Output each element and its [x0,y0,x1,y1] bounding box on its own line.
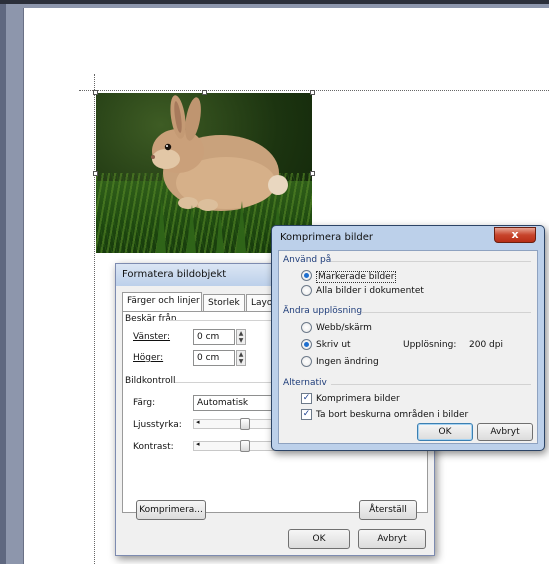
format-ok-button[interactable]: OK [288,529,350,549]
left-crop-field[interactable]: 0 cm [193,329,235,345]
contrast-slider-thumb[interactable] [240,440,250,452]
compress-dialog-body: Använd på Markerade bilder Alla bilder i… [278,250,538,444]
reset-button[interactable]: Återställ [359,500,417,520]
crop-group-label: Beskär från [125,314,177,324]
apply-group-separator [331,261,531,262]
radio-web-screen[interactable] [301,322,312,333]
apply-group-label: Använd på [283,255,332,265]
radio-selected-pictures[interactable] [301,270,312,281]
right-crop-field[interactable]: 0 cm [193,350,235,366]
tab-size[interactable]: Storlek [203,294,245,312]
color-label: Färg: [133,398,156,408]
margin-guide-vertical [94,74,95,564]
resize-handle-top-right[interactable] [310,90,315,95]
web-screen-label[interactable]: Webb/skärm [316,323,372,333]
resize-handle-middle-left[interactable] [93,171,98,176]
contrast-left-arrow-icon[interactable]: ◂ [196,440,200,448]
resolution-label: Upplösning: [403,340,457,350]
compress-cancel-button[interactable]: Avbryt [477,423,533,441]
window-top-border [0,0,549,4]
right-crop-spinner[interactable]: ▲ ▼ [236,350,246,366]
right-crop-label: Höger: [133,353,164,363]
left-scroll-area [0,4,6,564]
resize-handle-top-middle[interactable] [202,90,207,95]
radio-all-pictures[interactable] [301,285,312,296]
tab-colors-lines[interactable]: Färger och linjer [122,292,202,312]
brightness-label: Ljusstyrka: [133,420,182,430]
close-icon[interactable]: x [494,227,536,243]
image-control-group-label: Bildkontroll [125,376,176,386]
options-group-separator [331,384,531,385]
format-cancel-button[interactable]: Avbryt [358,529,426,549]
radio-print[interactable] [301,339,312,350]
brightness-left-arrow-icon[interactable]: ◂ [196,418,200,426]
compress-pictures-label[interactable]: Komprimera bilder [316,394,400,404]
options-group-label: Alternativ [283,378,327,388]
all-pictures-label[interactable]: Alla bilder i dokumentet [316,286,424,296]
no-change-label[interactable]: Ingen ändring [316,357,379,367]
resolution-value: 200 dpi [469,340,503,350]
brightness-slider-thumb[interactable] [240,418,250,430]
compress-pictures-checkbox[interactable]: ✓ [301,393,312,404]
left-crop-label: Vänster: [133,332,171,342]
compress-pictures-dialog: Komprimera bilder x Använd på Markerade … [271,225,545,451]
contrast-label: Kontrast: [133,442,174,452]
delete-cropped-checkbox[interactable]: ✓ [301,409,312,420]
print-label[interactable]: Skriv ut [316,340,351,350]
resolution-group-separator [361,312,531,313]
resolution-group-label: Ändra upplösning [283,306,363,316]
resize-handle-middle-right[interactable] [310,171,315,176]
selected-pictures-label[interactable]: Markerade bilder [316,271,397,283]
delete-cropped-label[interactable]: Ta bort beskurna områden i bilder [316,410,468,420]
compress-ok-button[interactable]: OK [417,423,473,441]
radio-no-change[interactable] [301,356,312,367]
left-crop-spinner[interactable]: ▲ ▼ [236,329,246,345]
resize-handle-top-left[interactable] [93,90,98,95]
compress-button[interactable]: Komprimera... [136,500,206,520]
